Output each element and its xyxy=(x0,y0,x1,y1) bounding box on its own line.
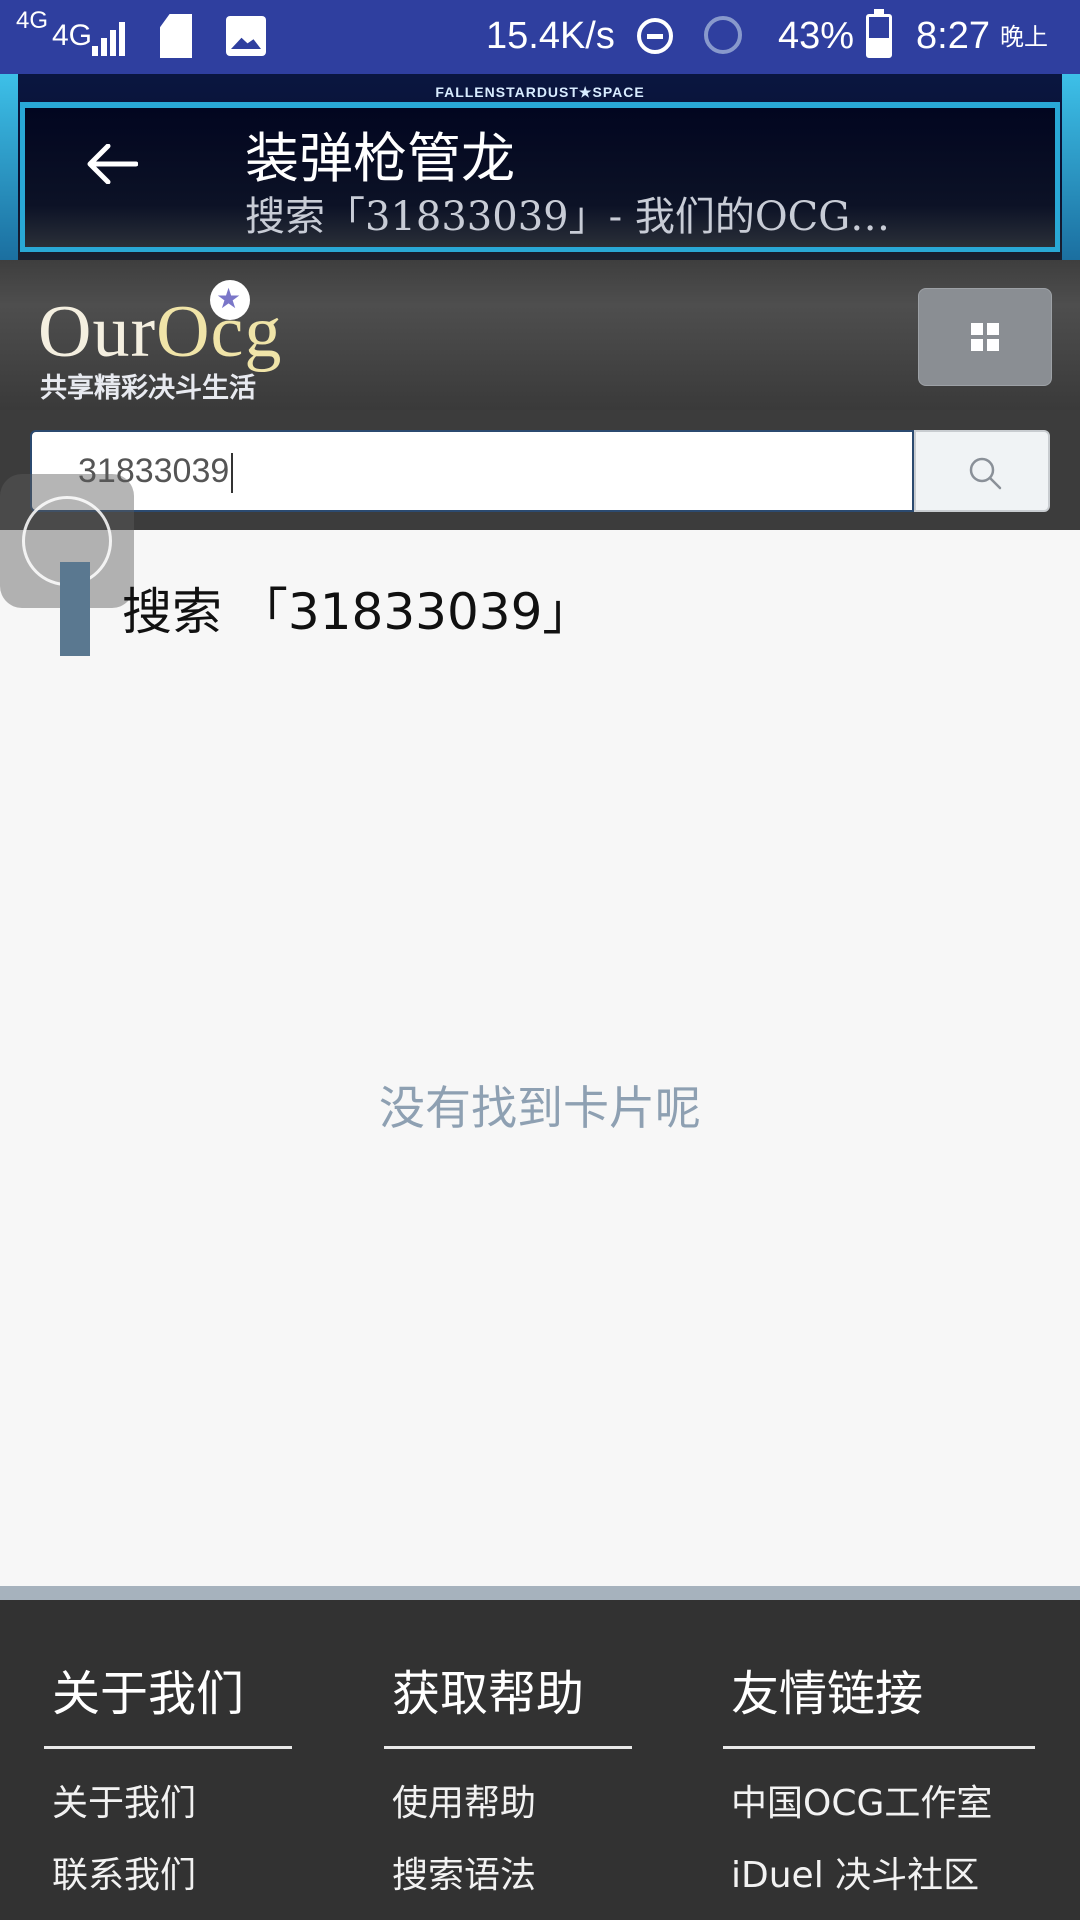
section-marker xyxy=(60,562,90,656)
back-arrow-icon[interactable] xyxy=(86,144,138,184)
footer-rule xyxy=(723,1746,1035,1749)
menu-button[interactable] xyxy=(918,288,1052,386)
footer-link-iduel[interactable]: iDuel 决斗社区 xyxy=(731,1846,979,1898)
search-icon xyxy=(969,457,1002,490)
image-icon xyxy=(226,16,266,56)
battery-percent: 43% xyxy=(778,15,855,57)
page-title: 装弹枪管龙 xyxy=(245,127,515,190)
footer-divider xyxy=(0,1586,1080,1600)
network-speed: 15.4K/s xyxy=(486,15,615,57)
search-input[interactable]: 31833039 xyxy=(30,430,914,512)
footer-link-usage-help[interactable]: 使用帮助 xyxy=(392,1774,536,1826)
battery-icon xyxy=(866,9,892,58)
do-not-disturb-icon xyxy=(637,18,673,54)
site-slogan: 共享精彩决斗生活 xyxy=(40,373,256,404)
footer-heading-links: 友情链接 xyxy=(731,1666,924,1722)
search-results-title: 搜索 「31833039」 xyxy=(122,583,593,641)
alarm-icon xyxy=(704,16,742,54)
footer-link-about-us[interactable]: 关于我们 xyxy=(52,1774,196,1826)
footer-heading-about: 关于我们 xyxy=(52,1666,245,1722)
sd-card-icon xyxy=(160,14,192,58)
footer-heading-help: 获取帮助 xyxy=(392,1666,585,1722)
header-decoration-left xyxy=(0,74,18,260)
search-bar: 31833039 xyxy=(0,410,1080,530)
star-icon xyxy=(210,280,250,320)
grid-menu-icon xyxy=(971,323,999,351)
signal-icon xyxy=(92,18,132,56)
site-logo[interactable]: OurOcg 共享精彩决斗生活 xyxy=(38,280,338,404)
footer-link-search-syntax[interactable]: 搜索语法 xyxy=(392,1846,536,1898)
app-header: FALLENSTARDUST★SPACE 装弹枪管龙 搜索「31833039」-… xyxy=(0,74,1080,260)
logo-our: Our xyxy=(38,291,157,373)
footer-link-ocg-studio[interactable]: 中国OCG工作室 xyxy=(731,1774,992,1826)
empty-results-message: 没有找到卡片呢 xyxy=(379,1081,701,1135)
header-decoration-right xyxy=(1062,74,1080,260)
clock-period: 晚上 xyxy=(1000,24,1048,51)
network-type-small: 4G xyxy=(16,7,49,34)
search-button[interactable] xyxy=(914,430,1050,512)
footer-link-contact-us[interactable]: 联系我们 xyxy=(52,1846,196,1898)
clock-time: 8:27 xyxy=(916,15,990,57)
footer-rule xyxy=(44,1746,292,1749)
status-bar: 4G 4G 15.4K/s 43% 8:27 晚上 xyxy=(0,0,1080,74)
footer: 关于我们 关于我们 联系我们 获取帮助 使用帮助 搜索语法 友情链接 中国OCG… xyxy=(0,1600,1080,1920)
page-subtitle: 搜索「31833039」- 我们的OCG… xyxy=(245,194,891,240)
site-navbar: OurOcg 共享精彩决斗生活 xyxy=(0,260,1080,410)
text-cursor xyxy=(231,453,234,494)
footer-rule xyxy=(384,1746,632,1749)
network-type: 4G xyxy=(52,19,93,52)
